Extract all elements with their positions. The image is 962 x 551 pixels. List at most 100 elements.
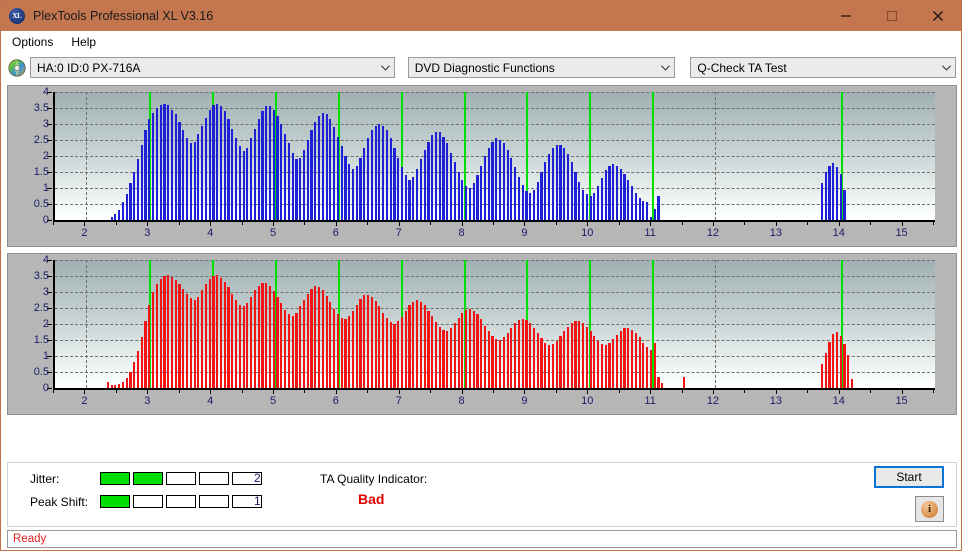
drive-select[interactable]: HA:0 ID:0 PX-716A [30, 57, 395, 78]
chart-bar [566, 326, 570, 388]
chart-bar [835, 332, 839, 388]
minimize-button[interactable] [823, 1, 869, 31]
chart-bar [843, 343, 846, 388]
chart-bar [581, 323, 585, 388]
chart-bar [291, 316, 294, 388]
chart-bar [246, 148, 249, 220]
chart-bar [563, 331, 566, 388]
chart-bar [216, 104, 219, 220]
x-tick [461, 390, 463, 394]
function-select[interactable]: DVD Diagnostic Functions [407, 57, 676, 78]
chart-bar [419, 301, 422, 388]
test-select[interactable]: Q-Check TA Test [690, 57, 957, 78]
chart-bar [336, 314, 339, 388]
chart-bar [457, 317, 460, 388]
chart-bar [404, 311, 407, 388]
chart-bar [536, 332, 539, 388]
maximize-icon [886, 10, 898, 22]
chart-bar [397, 157, 400, 220]
y-tick [47, 220, 52, 221]
chart-bar [201, 290, 204, 388]
chart-bar [250, 296, 253, 388]
jitter-meter [100, 472, 262, 485]
x-tick [775, 222, 777, 226]
x-tick [838, 222, 840, 226]
x-tick [398, 222, 400, 226]
jitter-chart-y-axis: 0 0.5 1 1.5 2 2.5 3 3.5 4 [8, 86, 52, 246]
chart-bar [412, 176, 415, 220]
chart-bar [627, 327, 630, 388]
chart-bar [261, 283, 264, 388]
chart-bar [212, 104, 215, 220]
x-tick-label: 13 [769, 227, 782, 239]
chart-bar [314, 122, 317, 220]
x-tick-minor [618, 390, 620, 393]
chart-bar [306, 293, 309, 388]
x-tick-minor [241, 390, 243, 393]
chart-bar [510, 327, 513, 388]
x-tick [713, 222, 714, 226]
x-tick-label: 6 [332, 227, 339, 239]
chart-bar [468, 188, 471, 220]
chart-bar [223, 111, 226, 220]
chart-bar [272, 291, 275, 388]
x-tick-label: 11 [644, 395, 656, 407]
chart-bar [412, 301, 415, 388]
chart-bar [185, 138, 189, 220]
chart-bar [495, 339, 498, 388]
chart-bar [163, 104, 166, 220]
chart-bar [223, 281, 226, 388]
chart-bar [310, 288, 313, 388]
x-tick-label: 14 [832, 227, 845, 239]
chart-bar [231, 293, 234, 388]
maximize-button[interactable] [869, 1, 915, 31]
chart-bar [536, 181, 539, 220]
chart-bar [506, 332, 509, 388]
chart-bar [163, 276, 166, 388]
menu-item-options[interactable]: Options [7, 33, 62, 51]
chart-bar [623, 173, 626, 220]
x-tick-minor [53, 390, 54, 393]
chart-bar [574, 321, 577, 388]
x-tick-label: 7 [395, 227, 402, 239]
chart-bar [630, 329, 634, 388]
chart-bar [608, 343, 611, 388]
chevron-down-icon [657, 58, 674, 77]
chevron-down-icon [377, 58, 394, 77]
chart-bar [563, 148, 566, 220]
chart-bar [506, 149, 509, 220]
meter-cell [100, 472, 130, 485]
meter-cell [133, 472, 163, 485]
x-tick-label: 5 [269, 227, 277, 239]
chart-bar [317, 287, 321, 388]
chart-bar [608, 165, 611, 220]
chart-bar [824, 172, 827, 220]
chart-bar [359, 157, 362, 220]
chart-bar [847, 355, 850, 388]
chart-bar [646, 347, 649, 388]
chart-bar [548, 344, 551, 388]
chart-bar [246, 303, 249, 388]
x-tick [461, 222, 463, 226]
x-tick [210, 390, 212, 394]
chart-bar [514, 167, 517, 220]
start-button[interactable]: Start [874, 466, 944, 488]
chart-bar [521, 184, 524, 220]
close-button[interactable] [915, 1, 961, 31]
chart-bar [174, 114, 177, 220]
chart-bar [253, 290, 257, 388]
chart-bar [114, 385, 117, 388]
window-title: PlexTools Professional XL V3.16 [33, 9, 214, 23]
chart-bar [219, 106, 223, 220]
x-tick [524, 390, 526, 394]
test-select-value: Q-Check TA Test [697, 60, 787, 75]
menu-item-help[interactable]: Help [66, 33, 105, 51]
chart-bar [280, 303, 283, 388]
chart-bar [581, 189, 585, 220]
chart-bar [268, 106, 272, 220]
chart-bar [378, 124, 381, 220]
x-tick-minor [807, 222, 809, 225]
chart-bar [306, 140, 309, 220]
chart-bar [348, 316, 351, 388]
info-button[interactable]: i [915, 496, 944, 522]
